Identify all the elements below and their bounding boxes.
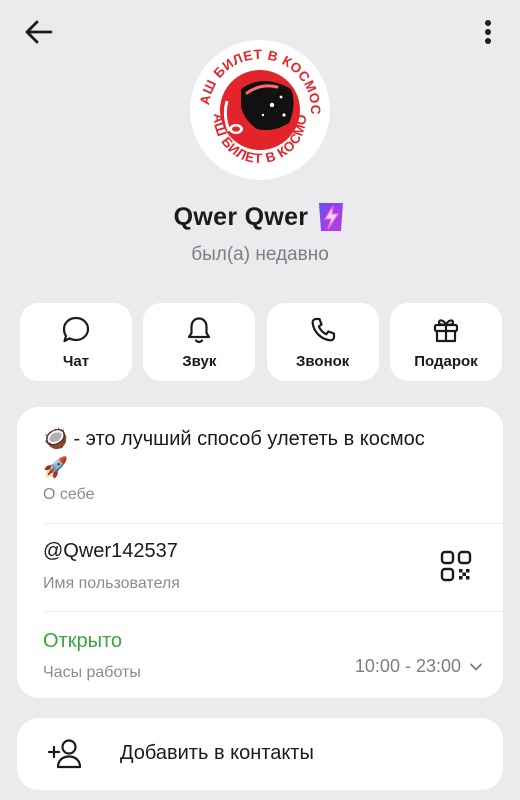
gift-icon [433, 318, 459, 342]
qr-code-button[interactable] [439, 549, 473, 583]
add-user-icon [47, 739, 82, 769]
chat-button-label: Чат [62, 352, 90, 370]
profile-info-card: 🥥 - это лучший способ улететь в космос 🚀… [17, 407, 503, 698]
hours-value: 10:00 - 23:00 [354, 656, 461, 676]
chat-bubble-icon [62, 316, 90, 342]
add-to-contacts-label: Добавить в контакты [120, 742, 314, 764]
more-vertical-icon [485, 20, 491, 44]
add-to-contacts-button[interactable]: Добавить в контакты [17, 718, 503, 790]
phone-icon [311, 317, 335, 341]
chat-button[interactable]: Чат [20, 303, 132, 381]
qr-code-icon [440, 550, 472, 582]
bell-icon [188, 316, 211, 343]
hours-caption: Часы работы [43, 664, 141, 681]
last-seen-status: был(а) недавно [191, 244, 329, 265]
gift-button[interactable]: Подарок [389, 303, 502, 381]
call-button-label: Звонок [295, 352, 350, 370]
profile-name-row: Qwer Qwer [0, 200, 520, 234]
action-buttons: Чат Звук Звонок Подарок [20, 303, 502, 381]
premium-badge-icon[interactable] [316, 200, 346, 234]
arrow-left-icon [25, 20, 53, 44]
chevron-down-icon [470, 663, 482, 670]
more-options-button[interactable] [476, 16, 500, 48]
divider [43, 611, 503, 612]
open-status: Открыто [43, 630, 123, 652]
bio-text: 🥥 - это лучший способ улететь в космос 🚀 [43, 428, 425, 479]
bio-caption: О себе [43, 486, 95, 503]
space-ticket-logo: ВАШ БИЛЕТ В КОСМОС ВАШ БИЛЕТ В КОСМОС [184, 27, 330, 180]
divider [43, 523, 503, 524]
gift-button-label: Подарок [414, 352, 478, 370]
back-button[interactable] [22, 16, 56, 48]
profile-name: Qwer Qwer [173, 202, 309, 231]
username-caption: Имя пользователя [43, 575, 180, 592]
sound-button[interactable]: Звук [143, 303, 256, 381]
sound-button-label: Звук [182, 352, 217, 370]
username-value[interactable]: @Qwer142537 [43, 540, 178, 563]
hours-dropdown[interactable]: 10:00 - 23:00 [355, 656, 483, 677]
call-button[interactable]: Звонок [266, 303, 379, 381]
avatar[interactable]: ВАШ БИЛЕТ В КОСМОС ВАШ БИЛЕТ В КОСМОС [184, 27, 331, 181]
